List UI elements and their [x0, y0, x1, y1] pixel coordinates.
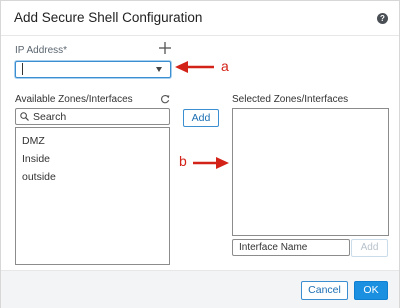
- add-button[interactable]: Add: [183, 109, 219, 127]
- selected-zones-list[interactable]: [232, 108, 389, 236]
- interface-name-input[interactable]: [232, 239, 350, 256]
- list-item-inside[interactable]: Inside: [22, 153, 50, 165]
- selected-zones-label: Selected Zones/Interfaces: [232, 94, 349, 105]
- dialog-header: Add Secure Shell Configuration ?: [1, 1, 399, 36]
- ok-button[interactable]: OK: [354, 281, 388, 300]
- dialog-title: Add Secure Shell Configuration: [14, 10, 203, 25]
- add-ip-plus-icon[interactable]: [158, 41, 172, 55]
- chevron-down-icon[interactable]: [156, 67, 162, 72]
- search-icon: [20, 112, 29, 121]
- search-field[interactable]: [15, 108, 170, 125]
- search-input[interactable]: [33, 109, 163, 124]
- available-zones-list: DMZ Inside outside: [15, 127, 170, 265]
- list-item-dmz[interactable]: DMZ: [22, 135, 45, 147]
- text-cursor: [22, 63, 23, 75]
- annotation-arrow-a: [175, 61, 214, 73]
- available-zones-label: Available Zones/Interfaces: [15, 94, 133, 105]
- ip-address-select[interactable]: [15, 61, 171, 78]
- ip-address-label: IP Address*: [15, 45, 68, 56]
- annotation-label-a: a: [221, 58, 229, 74]
- help-icon[interactable]: ?: [377, 13, 388, 24]
- list-item-outside[interactable]: outside: [22, 171, 56, 183]
- refresh-icon[interactable]: [160, 94, 170, 104]
- annotation-arrow-b: [193, 157, 229, 169]
- add-ssh-config-dialog: Add Secure Shell Configuration ? IP Addr…: [0, 0, 400, 308]
- annotation-label-b: b: [179, 153, 187, 169]
- cancel-button[interactable]: Cancel: [301, 281, 348, 300]
- dialog-footer: Cancel OK: [1, 270, 399, 308]
- interface-add-button[interactable]: Add: [351, 239, 388, 257]
